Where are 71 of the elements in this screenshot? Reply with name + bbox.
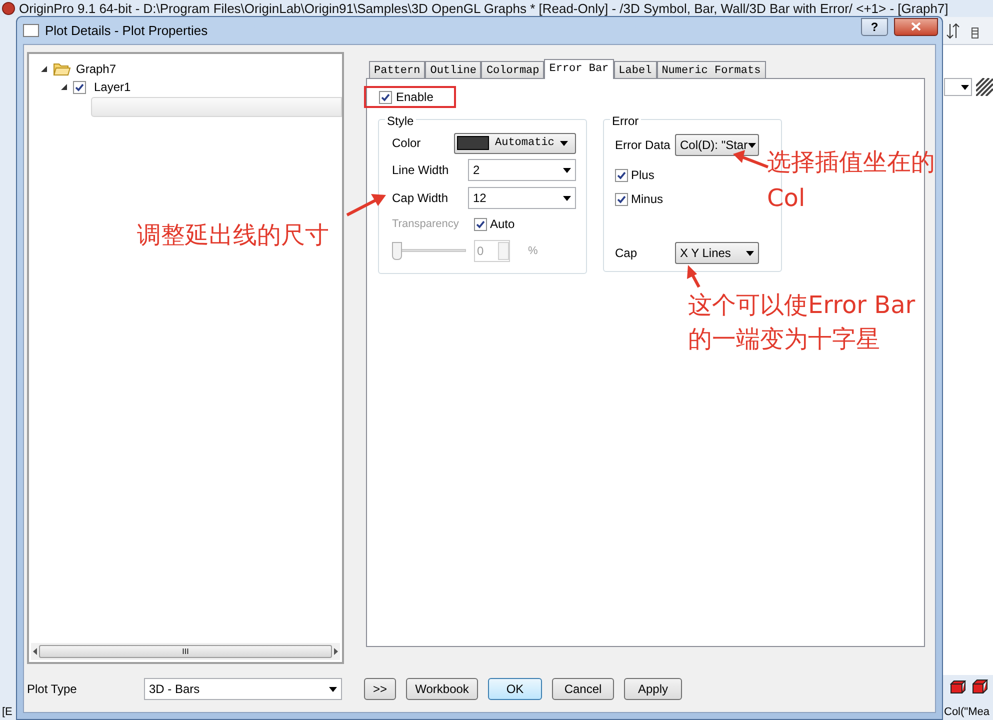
checkbox[interactable] (73, 80, 86, 94)
tab[interactable]: Pattern (369, 61, 426, 78)
field-label: Error Data (615, 137, 672, 154)
field-label: Plot Type (27, 681, 78, 698)
caret-icon (746, 250, 754, 256)
annotation-text: 调整延出线的尺寸 (137, 220, 329, 250)
scroll-left-icon[interactable] (33, 648, 37, 655)
caret-icon (563, 196, 571, 200)
app-title: OriginPro 9.1 64-bit - D:\Program Files\OriginLab\Origin91\Samples\3D OpenGL Graphs * [Read-Only] - /3D Symbol, Bar, Wall/3D Bar with Error/ <+1> - [Graph7] (19, 0, 948, 18)
combo-box[interactable]: 12 (468, 187, 576, 209)
annotation-text: 这个可以使Error Bar 的一端变为十字星 (688, 290, 916, 355)
dialog-button[interactable]: Workbook (406, 678, 478, 700)
cube-icon (972, 678, 988, 694)
caret-icon (329, 686, 337, 692)
scroll-right-icon[interactable] (334, 648, 338, 655)
field-label: Color (392, 135, 422, 152)
tab[interactable]: Outline (425, 61, 482, 78)
field-label: Transparency (392, 216, 460, 232)
status-text: Col("Mea (944, 705, 990, 720)
field-label: Line Width (392, 162, 450, 179)
checkbox-label: Auto (490, 216, 515, 233)
plot-type-combo[interactable]: 3D - Bars (144, 678, 342, 700)
field-label: Cap Width (392, 190, 450, 207)
annotation-arrow (733, 150, 769, 168)
caret-icon (563, 168, 571, 172)
status-text: [E (2, 705, 12, 720)
field-label: Cap (615, 245, 638, 262)
color-swatch (457, 136, 489, 150)
tab[interactable]: Numeric Formats (656, 61, 766, 78)
dialog-icon (23, 24, 39, 37)
scroll-thumb[interactable]: III (39, 645, 332, 658)
tree-item[interactable]: Layer1 (94, 78, 131, 96)
sort-icon (946, 22, 960, 38)
color-combo[interactable]: Automatic (454, 132, 576, 154)
tree-item[interactable]: Graph7 (76, 60, 116, 78)
dialog-button[interactable]: OK (488, 678, 542, 700)
dialog-button[interactable]: Apply (624, 678, 682, 700)
dialog-button[interactable]: Cancel (552, 678, 614, 700)
bar-3d-icon (950, 678, 966, 694)
checkbox[interactable] (474, 218, 487, 230)
tab[interactable]: Label (614, 61, 657, 78)
annotation-arrow (346, 194, 386, 216)
app-dropdown[interactable] (944, 78, 972, 96)
checkbox-label: Minus (631, 191, 664, 208)
close-icon (911, 22, 921, 31)
expand-icon[interactable] (41, 66, 47, 72)
checkbox[interactable] (379, 90, 392, 104)
dialog-title: Plot Details - Plot Properties (45, 22, 208, 40)
caret-icon (748, 142, 756, 148)
hatch-icon (976, 78, 993, 96)
combo-box[interactable]: 2 (468, 159, 576, 181)
checkbox[interactable] (615, 192, 628, 206)
unit-label: % (528, 244, 538, 259)
folder-icon (53, 62, 71, 76)
checkbox-label: Enable (396, 89, 434, 106)
caret-icon (961, 84, 969, 90)
app-icon (2, 2, 15, 15)
annotation-arrow (687, 265, 700, 288)
slider[interactable] (392, 241, 466, 261)
tab[interactable]: Colormap (481, 61, 544, 78)
close-button[interactable] (894, 18, 938, 36)
combo-box[interactable]: X Y Lines (675, 242, 759, 264)
combo-box[interactable]: Col(D): "Star (675, 134, 759, 156)
horizontal-scrollbar[interactable]: III (31, 643, 340, 660)
expand-icon[interactable] (61, 84, 67, 90)
checkbox[interactable] (615, 168, 628, 182)
tab[interactable]: Error Bar (544, 59, 614, 79)
caret-icon (560, 140, 568, 146)
checkbox-label: Plus (631, 167, 654, 184)
dialog-button[interactable]: >> (364, 678, 396, 700)
help-button[interactable]: ? (861, 18, 888, 36)
